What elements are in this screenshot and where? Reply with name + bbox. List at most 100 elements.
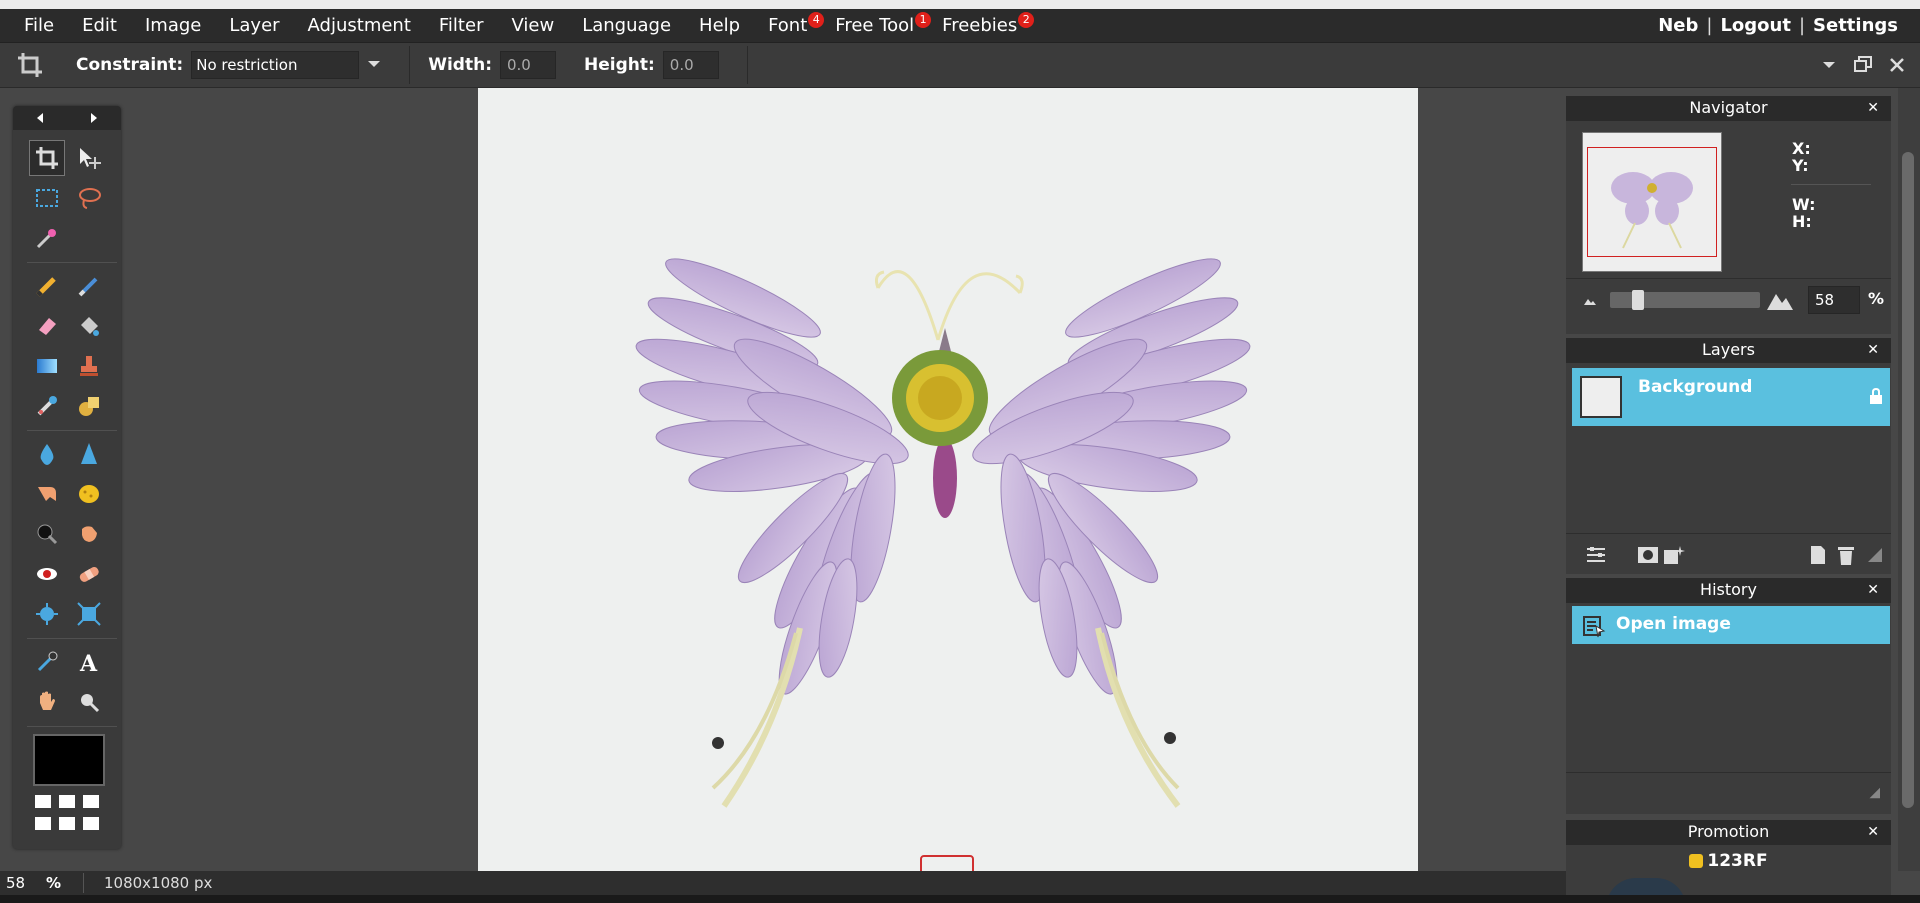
logout-link[interactable]: Logout [1712, 15, 1799, 36]
navigator-viewport-box[interactable] [1587, 147, 1717, 257]
scrollbar-thumb[interactable] [1902, 152, 1914, 808]
promotion-brand[interactable]: 123RF [1566, 851, 1891, 871]
blur-tool[interactable] [29, 436, 65, 472]
user-name-link[interactable]: Neb [1650, 15, 1706, 36]
arrow-right-icon[interactable] [88, 112, 100, 124]
menu-label: Freebies [942, 15, 1018, 36]
red-eye-tool[interactable] [29, 556, 65, 592]
width-input[interactable]: 0.0 [500, 51, 556, 79]
promotion-image [1606, 878, 1686, 895]
arrow-left-icon[interactable] [34, 112, 46, 124]
layer-settings-icon[interactable] [1584, 544, 1608, 566]
menu-label: Help [699, 15, 741, 36]
navigator-thumbnail[interactable] [1582, 132, 1722, 272]
smudge-finger-icon [38, 487, 56, 501]
history-title: History [1700, 580, 1757, 599]
sharpen-tool[interactable] [71, 436, 107, 472]
red-eye-icon [37, 568, 57, 580]
magic-wand-tool[interactable] [29, 220, 65, 256]
menu-language[interactable]: Language [568, 15, 685, 36]
zoom-tool[interactable] [71, 684, 107, 720]
lock-icon[interactable] [1868, 387, 1884, 405]
resize-corner-icon[interactable] [1862, 544, 1886, 566]
restore-window-icon[interactable] [1852, 54, 1874, 76]
zoom-slider[interactable] [1610, 290, 1760, 310]
shapes-icon [79, 397, 99, 416]
magnifier-icon [81, 694, 100, 713]
clone-stamp-tool[interactable] [71, 348, 107, 384]
bloat-tool[interactable] [29, 596, 65, 632]
sponge-tool[interactable] [71, 476, 107, 512]
zoom-row: 58 % [1566, 278, 1891, 323]
navigator-panel: Navigator ✕ X: Y: W: H: 58 % [1566, 96, 1891, 334]
history-item[interactable]: Open image [1572, 606, 1890, 644]
menu-layer[interactable]: Layer [215, 15, 293, 36]
close-icon[interactable]: ✕ [1867, 338, 1879, 362]
menu-view[interactable]: View [497, 15, 568, 36]
color-replace-tool[interactable] [29, 388, 65, 424]
menu-label: Language [582, 15, 672, 36]
menu-image[interactable]: Image [131, 15, 215, 36]
menu-label: Free Tool [835, 15, 915, 36]
eraser-tool[interactable] [29, 308, 65, 344]
divider [27, 638, 117, 639]
vertical-scrollbar[interactable] [1898, 88, 1920, 871]
zoom-slider-handle[interactable] [1632, 290, 1644, 310]
smudge-tool[interactable] [29, 476, 65, 512]
dodge-tool[interactable] [29, 516, 65, 552]
grid-view-button[interactable] [33, 792, 101, 838]
menu-freebies[interactable]: Freebies 2 [928, 12, 1035, 36]
divider [27, 262, 117, 263]
pencil-tool[interactable] [29, 268, 65, 304]
menu-help[interactable]: Help [685, 15, 754, 36]
spot-heal-tool[interactable] [71, 556, 107, 592]
menu-font[interactable]: Font 4 [754, 12, 825, 36]
fill-tool[interactable] [71, 308, 107, 344]
menu-free-tool[interactable]: Free Tool 1 [821, 12, 932, 36]
zoom-in-icon[interactable] [1766, 288, 1794, 312]
status-bar: 58 % 1080x1080 px [0, 871, 1566, 895]
close-icon[interactable]: ✕ [1867, 96, 1879, 120]
brush-tool[interactable] [71, 268, 107, 304]
close-icon[interactable]: ✕ [1867, 820, 1879, 844]
status-zoom-value[interactable]: 58 [6, 874, 25, 892]
menu-adjustment[interactable]: Adjustment [294, 15, 425, 36]
layers-header: Layers ✕ [1566, 338, 1891, 363]
menu-file[interactable]: File [0, 15, 68, 36]
resize-corner-icon[interactable] [1865, 784, 1883, 802]
new-layer-icon[interactable] [1806, 544, 1830, 566]
type-tool[interactable]: A [71, 644, 107, 680]
menu-label: Layer [229, 15, 280, 36]
zoom-input[interactable]: 58 [1808, 286, 1860, 314]
close-icon[interactable]: ✕ [1867, 578, 1879, 602]
lasso-tool[interactable] [71, 180, 107, 216]
draw-shape-tool[interactable] [71, 388, 107, 424]
close-icon[interactable] [1886, 54, 1908, 76]
image-canvas[interactable] [478, 88, 1418, 871]
crop-tool[interactable] [29, 140, 65, 176]
brand-name: 123RF [1707, 851, 1768, 871]
height-input[interactable]: 0.0 [662, 51, 719, 79]
trash-icon[interactable] [1834, 544, 1858, 566]
burn-hand-icon [82, 526, 97, 542]
burn-tool[interactable] [71, 516, 107, 552]
history-header: History ✕ [1566, 578, 1891, 603]
constraint-select[interactable]: No restriction [191, 51, 381, 79]
layer-item[interactable]: Background [1572, 368, 1890, 426]
zoom-unit: % [1868, 289, 1885, 308]
hand-tool[interactable] [29, 684, 65, 720]
color-picker-tool[interactable] [29, 644, 65, 680]
menu-edit[interactable]: Edit [68, 15, 131, 36]
layer-mask-icon[interactable] [1636, 544, 1660, 566]
layer-effects-icon[interactable] [1662, 544, 1686, 566]
foreground-color-swatch[interactable] [33, 734, 105, 786]
zoom-out-icon[interactable] [1582, 293, 1598, 309]
menu-filter[interactable]: Filter [425, 15, 498, 36]
marquee-tool[interactable] [29, 180, 65, 216]
brand-logo-icon [1689, 854, 1704, 868]
settings-link[interactable]: Settings [1805, 15, 1920, 36]
gradient-tool[interactable] [29, 348, 65, 384]
pinch-tool[interactable] [71, 596, 107, 632]
collapse-icon[interactable] [1818, 54, 1840, 76]
move-tool[interactable] [71, 140, 107, 176]
